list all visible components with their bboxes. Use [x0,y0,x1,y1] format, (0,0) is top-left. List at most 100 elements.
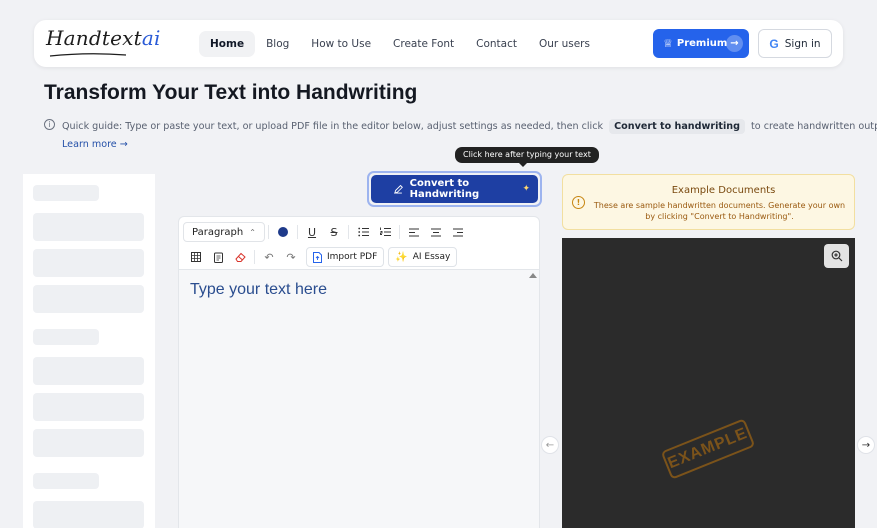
align-left-icon [409,228,419,236]
skeleton-item [33,213,144,241]
align-center-icon [431,228,441,236]
info-icon: i [44,119,55,130]
logo-text: Handtext [46,26,142,50]
scroll-up-arrow-icon[interactable] [529,273,537,278]
nav-home[interactable]: Home [199,31,256,57]
color-swatch-icon [278,227,288,237]
strikethrough-icon: S [330,225,338,239]
pen-icon [394,184,403,194]
undo-button[interactable]: ↶ [258,247,280,267]
skeleton-item [33,249,144,277]
crown-icon: ♕ [663,37,673,50]
zoom-in-icon [831,250,842,262]
ai-essay-button[interactable]: ✨ AI Essay [388,247,458,267]
text-color-button[interactable] [272,222,294,242]
redo-icon: ↷ [286,250,296,264]
editor-toolbar: Paragraph ⌃ U S ↶ ↷ Import PDF ✨ AI Essa… [178,216,540,270]
skeleton-heading [33,185,99,201]
document-preview: EXAMPLE [562,238,855,528]
prev-document-button[interactable]: ← [541,436,559,454]
arrow-right-icon: → [726,35,743,52]
table-icon [191,252,201,262]
text-editor[interactable]: Type your text here [178,270,540,528]
toolbar-row-tools: ↶ ↷ Import PDF ✨ AI Essay [185,247,458,267]
convert-label: Convert to Handwriting [409,178,480,200]
skeleton-item [33,501,144,528]
toolbar-divider [254,250,255,264]
undo-icon: ↶ [264,250,274,264]
quick-guide: Quick guide: Type or paste your text, or… [62,119,877,134]
redo-button[interactable]: ↷ [280,247,302,267]
example-title: Example Documents [671,185,776,196]
bullet-list-icon [357,227,369,237]
numbered-list-icon [379,227,391,236]
eraser-icon [234,252,246,262]
main-nav: Home Blog How to Use Create Font Contact… [199,31,601,57]
bullet-list-button[interactable] [352,222,374,242]
import-pdf-label: Import PDF [327,252,378,262]
arrow-left-icon: ← [545,439,555,451]
example-description: These are sample handwritten documents. … [593,201,846,221]
align-right-button[interactable] [447,222,469,242]
align-left-button[interactable] [403,222,425,242]
numbered-list-button[interactable] [374,222,396,242]
toolbar-divider [348,225,349,239]
toolbar-divider [297,225,298,239]
paragraph-style-select[interactable]: Paragraph ⌃ [183,222,265,242]
site-logo[interactable]: Handtextai [46,26,161,50]
align-center-button[interactable] [425,222,447,242]
nav-blog[interactable]: Blog [255,31,300,57]
premium-button[interactable]: ♕ Premium → [653,29,749,58]
premium-label: Premium [676,38,728,49]
strikethrough-button[interactable]: S [323,222,345,242]
next-document-button[interactable]: → [857,436,875,454]
insert-table-button[interactable] [185,247,207,267]
learn-more-link[interactable]: Learn more → [62,139,128,150]
editor-placeholder[interactable]: Type your text here [190,281,327,299]
skeleton-heading [33,473,99,489]
clipboard-icon [213,252,223,263]
convert-tooltip: Click here after typing your text [455,147,599,167]
sidebar-skeleton [23,174,155,528]
nav-create-font[interactable]: Create Font [382,31,465,57]
top-navbar: Handtextai Home Blog How to Use Create F… [34,20,843,67]
convert-to-handwriting-button[interactable]: Convert to Handwriting ✦ [371,175,538,203]
skeleton-heading [33,329,99,345]
chevron-updown-icon: ⌃ [249,227,256,237]
sparkle-icon: ✦ [522,184,530,194]
skeleton-item [33,429,144,457]
skeleton-item [33,285,144,313]
guide-text-suffix: to create handwritten output. [751,121,877,132]
google-icon: G [769,36,779,51]
sparkles-icon: ✨ [395,251,408,263]
clear-format-button[interactable] [229,247,251,267]
ai-essay-label: AI Essay [412,252,451,262]
arrow-right-icon: → [861,439,871,451]
underline-icon: U [307,225,317,239]
guide-chip: Convert to handwriting [609,119,745,134]
page-title: Transform Your Text into Handwriting [44,81,418,104]
nav-our-users[interactable]: Our users [528,31,601,57]
notes-button[interactable] [207,247,229,267]
skeleton-item [33,393,144,421]
zoom-button[interactable] [824,244,849,268]
nav-how-to-use[interactable]: How to Use [300,31,382,57]
nav-contact[interactable]: Contact [465,31,528,57]
import-pdf-button[interactable]: Import PDF [306,247,385,267]
file-upload-icon [313,251,322,263]
example-notice: ! Example Documents These are sample han… [562,174,855,230]
logo-swoosh-icon [49,53,127,57]
info-icon: ! [572,196,585,209]
align-right-icon [453,228,463,236]
guide-text-prefix: Quick guide: Type or paste your text, or… [62,121,604,132]
logo-suffix: ai [141,26,161,50]
skeleton-item [33,357,144,385]
sign-in-label: Sign in [784,37,821,50]
toolbar-divider [399,225,400,239]
toolbar-row-formatting: Paragraph ⌃ U S [183,222,469,242]
example-stamp: EXAMPLE [660,418,756,480]
underline-button[interactable]: U [301,222,323,242]
paragraph-select-value: Paragraph [192,226,244,238]
sign-in-button[interactable]: G Sign in [758,29,832,58]
convert-button-focus-ring: Convert to Handwriting ✦ [367,171,542,207]
